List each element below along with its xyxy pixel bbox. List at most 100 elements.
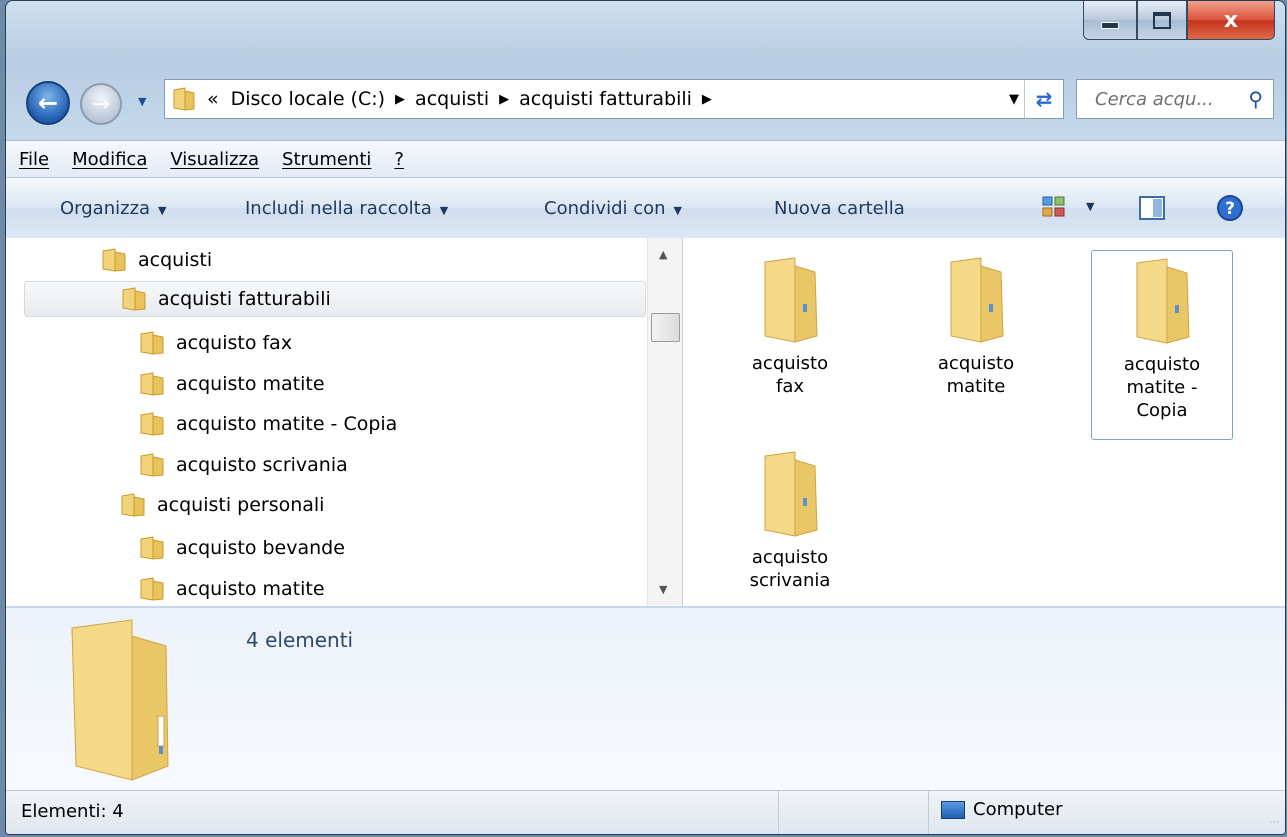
- breadcrumb-separator-icon[interactable]: ▶: [499, 92, 509, 107]
- file-name-line: matite -: [1126, 377, 1198, 398]
- folder-icon: [140, 372, 164, 396]
- preview-pane-button[interactable]: [1139, 196, 1165, 225]
- tree-item-acquisto-matite-personali[interactable]: acquisto matite: [140, 571, 325, 606]
- close-button[interactable]: x: [1187, 1, 1275, 40]
- menu-modifica[interactable]: Modifica: [72, 149, 147, 170]
- details-pane: 4 elementi: [6, 607, 1285, 790]
- status-item-count: Elementi: 4: [21, 801, 124, 822]
- search-icon[interactable]: ⚲: [1248, 87, 1263, 111]
- help-button[interactable]: ?: [1216, 194, 1244, 227]
- folder-icon: [173, 87, 195, 111]
- tree-item-label: acquisto bevande: [176, 537, 345, 559]
- file-name-line: acquisto: [937, 353, 1015, 374]
- file-name-line: Copia: [1136, 400, 1188, 421]
- file-name-line: fax: [775, 376, 805, 397]
- search-placeholder: Cerca acqu...: [1095, 88, 1214, 110]
- tree-item-label: acquisto fax: [176, 332, 293, 354]
- navigation-row: ← → ▼ « Disco locale (C:) ▶ acquisti ▶ a…: [6, 69, 1285, 129]
- breadcrumb-overflow[interactable]: «: [207, 88, 219, 110]
- file-item-acquisto-fax[interactable]: acquisto fax: [719, 256, 861, 398]
- tree-item-acquisto-matite[interactable]: acquisto matite: [140, 366, 325, 402]
- file-name-line: matite: [946, 376, 1006, 397]
- minimize-button[interactable]: [1083, 1, 1137, 40]
- folder-icon: [71, 619, 169, 781]
- tree-item-acquisti-fatturabili[interactable]: acquisti fatturabili: [24, 281, 646, 317]
- breadcrumb-acquisti[interactable]: acquisti: [415, 88, 489, 110]
- breadcrumb-disco-locale[interactable]: Disco locale (C:): [231, 88, 385, 110]
- share-with-button[interactable]: Condividi con ▼: [544, 198, 682, 219]
- tree-item-acquisti[interactable]: acquisti: [102, 242, 622, 278]
- tree-item-label: acquisti personali: [157, 494, 325, 516]
- tree-item-acquisti-personali[interactable]: acquisti personali: [121, 487, 324, 523]
- status-location-label: Computer: [973, 799, 1063, 820]
- forward-arrow-icon: →: [91, 91, 111, 117]
- tree-item-acquisto-bevande[interactable]: acquisto bevande: [140, 530, 345, 566]
- refresh-button[interactable]: ⇄: [1024, 80, 1063, 118]
- organize-button[interactable]: Organizza ▼: [60, 198, 167, 219]
- menu-strumenti[interactable]: Strumenti: [282, 149, 371, 170]
- folder-icon: [140, 331, 164, 355]
- file-name-line: acquisto: [1123, 354, 1201, 375]
- file-item-acquisto-matite-copia[interactable]: acquisto matite - Copia: [1091, 250, 1233, 440]
- breadcrumb-separator-icon[interactable]: ▶: [395, 92, 405, 107]
- folder-icon: [764, 257, 818, 343]
- help-icon: ?: [1217, 195, 1243, 221]
- chevron-down-icon: ▼: [158, 204, 167, 217]
- forward-button[interactable]: →: [80, 83, 122, 125]
- tree-item-label: acquisto matite: [176, 578, 325, 600]
- tree-item-acquisto-fax[interactable]: acquisto fax: [140, 325, 292, 361]
- minimize-icon: [1101, 21, 1119, 29]
- change-view-button[interactable]: [1042, 196, 1066, 223]
- new-folder-button[interactable]: Nuova cartella: [774, 198, 905, 219]
- item-count: 4 elementi: [246, 628, 354, 652]
- status-segment: [778, 791, 929, 834]
- folder-icon: [140, 536, 164, 560]
- file-name-line: acquisto: [751, 547, 829, 568]
- tree-item-acquisto-scrivania[interactable]: acquisto scrivania: [140, 447, 348, 483]
- file-item-acquisto-scrivania[interactable]: acquisto scrivania: [719, 450, 861, 592]
- tree-item-label: acquisto matite: [176, 373, 325, 395]
- menu-help[interactable]: ?: [394, 149, 404, 170]
- tree-item-label: acquisti: [138, 249, 213, 271]
- file-name-line: acquisto: [751, 353, 829, 374]
- scrollbar-thumb[interactable]: [651, 313, 680, 342]
- resize-grip-icon[interactable]: ⋯: [1269, 817, 1279, 828]
- include-in-library-button[interactable]: Includi nella raccolta ▼: [245, 198, 448, 219]
- navigation-pane: acquisti acquisti fatturabili acquisto f…: [6, 238, 683, 606]
- view-grid-icon: [1042, 196, 1065, 217]
- scroll-down-icon[interactable]: ▼: [659, 583, 667, 596]
- menu-bar: File Modifica Visualizza Strumenti ?: [6, 140, 1285, 177]
- file-name-line: scrivania: [749, 570, 831, 591]
- maximize-button[interactable]: [1137, 1, 1187, 40]
- status-bar: Elementi: 4 Computer ⋯: [6, 790, 1285, 834]
- explorer-window: x ← → ▼ « Disco locale (C:) ▶ acquisti ▶…: [5, 0, 1286, 835]
- file-item-acquisto-matite[interactable]: acquisto matite: [905, 256, 1047, 398]
- view-options-dropdown-icon[interactable]: ▼: [1086, 200, 1094, 213]
- tree-item-acquisto-matite-copia[interactable]: acquisto matite - Copia: [140, 406, 397, 442]
- folder-icon: [140, 453, 164, 477]
- back-button[interactable]: ←: [26, 81, 70, 125]
- breadcrumb-separator-icon[interactable]: ▶: [702, 92, 712, 107]
- search-input[interactable]: Cerca acqu... ⚲: [1076, 79, 1274, 119]
- folder-icon: [140, 577, 164, 601]
- svg-text:?: ?: [1225, 199, 1235, 219]
- new-folder-label: Nuova cartella: [774, 198, 905, 219]
- tree-item-label: acquisto matite - Copia: [176, 413, 398, 435]
- menu-file[interactable]: File: [19, 149, 49, 170]
- recent-pages-dropdown-icon[interactable]: ▼: [138, 95, 146, 108]
- computer-icon: [941, 800, 965, 819]
- folder-icon: [950, 257, 1004, 343]
- tree-item-label: acquisto scrivania: [176, 454, 348, 476]
- folder-icon: [121, 493, 145, 517]
- scroll-up-icon[interactable]: ▲: [659, 248, 667, 261]
- tree-item-label: acquisti fatturabili: [158, 288, 331, 310]
- breadcrumb-acquisti-fatturabili[interactable]: acquisti fatturabili: [519, 88, 692, 110]
- refresh-icon: ⇄: [1035, 87, 1053, 111]
- back-arrow-icon: ←: [37, 89, 59, 117]
- status-location: Computer: [941, 799, 1062, 820]
- address-bar[interactable]: « Disco locale (C:) ▶ acquisti ▶ acquist…: [164, 79, 1064, 119]
- navigation-scrollbar[interactable]: ▲ ▼: [647, 238, 682, 606]
- caption-buttons: x: [1083, 1, 1275, 41]
- address-dropdown-icon[interactable]: ▼: [1009, 92, 1019, 107]
- menu-visualizza[interactable]: Visualizza: [170, 149, 259, 170]
